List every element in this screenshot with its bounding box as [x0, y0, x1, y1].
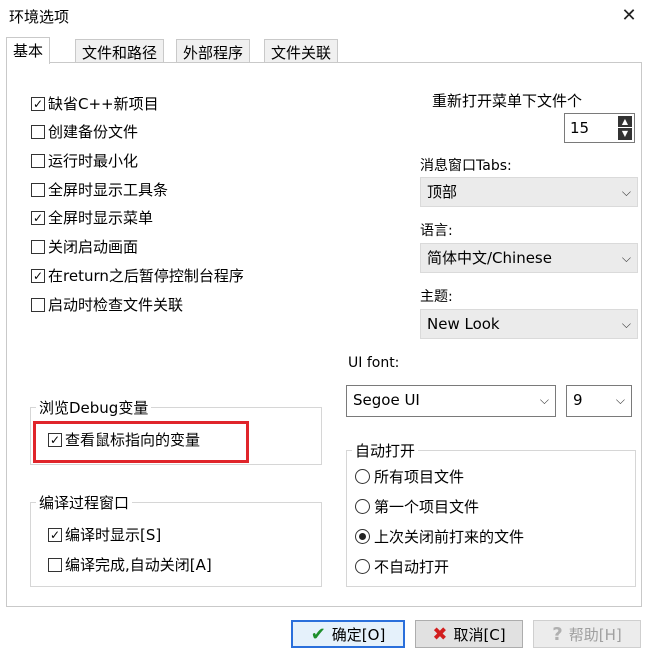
- window-title: 环境选项: [9, 8, 70, 26]
- tab-file-associations[interactable]: 文件关联: [264, 39, 339, 63]
- option-fullscreen-menu[interactable]: ✓ 全屏时显示菜单: [31, 207, 153, 228]
- help-button-label: 帮助[H]: [568, 625, 622, 644]
- option-check-associations[interactable]: 启动时检查文件关联: [31, 294, 183, 315]
- checkbox[interactable]: ✓: [31, 268, 45, 283]
- option-label: 全屏时显示工具条: [48, 181, 169, 199]
- language-value: 简体中文/Chinese: [427, 249, 552, 267]
- chevron-down-icon: ⌵: [539, 393, 549, 407]
- checkbox[interactable]: [48, 557, 62, 572]
- spin-down-icon[interactable]: ▼: [618, 128, 632, 140]
- option-label: 编译完成,自动关闭[A]: [65, 556, 212, 574]
- msg-tabs-value: 顶部: [427, 183, 458, 201]
- help-question-icon: ?: [552, 623, 563, 645]
- radio-label: 上次关闭前打来的文件: [374, 528, 525, 546]
- chevron-down-icon: ⌵: [621, 251, 631, 265]
- cancel-button-label: 取消[C]: [453, 625, 506, 644]
- radio-button[interactable]: [355, 469, 370, 484]
- option-label: 编译时显示[S]: [65, 526, 162, 544]
- cancel-button[interactable]: ✖ 取消[C]: [415, 620, 523, 648]
- checkbox[interactable]: ✓: [31, 96, 45, 111]
- checkbox[interactable]: [31, 239, 45, 254]
- radio-last-opened-files[interactable]: 上次关闭前打来的文件: [355, 526, 524, 547]
- radio-label: 不自动打开: [374, 558, 450, 576]
- ui-font-label: UI font:: [348, 355, 400, 371]
- help-button: ? 帮助[H]: [533, 620, 641, 648]
- checkmark-icon: ✔: [310, 623, 326, 645]
- tab-external-programs[interactable]: 外部程序: [176, 39, 251, 63]
- chevron-down-icon: ⌵: [621, 185, 631, 199]
- checkbox[interactable]: ✓: [48, 527, 62, 542]
- reopen-count-stepper[interactable]: 15 ▲ ▼: [564, 113, 635, 143]
- option-label: 全屏时显示菜单: [48, 209, 154, 227]
- option-auto-close[interactable]: 编译完成,自动关闭[A]: [48, 554, 212, 575]
- radio-label: 第一个项目文件: [374, 498, 480, 516]
- option-label: 在return之后暂停控制台程序: [48, 267, 244, 285]
- option-create-backup[interactable]: 创建备份文件: [31, 121, 138, 142]
- close-button[interactable]: ✕: [611, 0, 647, 32]
- radio-label: 所有项目文件: [374, 468, 465, 486]
- msg-tabs-select[interactable]: 顶部 ⌵: [420, 177, 638, 207]
- option-minimize-on-run[interactable]: 运行时最小化: [31, 150, 138, 171]
- radio-button[interactable]: [355, 559, 370, 574]
- highlight-box: [33, 421, 249, 463]
- ok-button-label: 确定[O]: [331, 625, 386, 644]
- option-label: 缺省C++新项目: [48, 95, 159, 113]
- theme-value: New Look: [427, 315, 500, 333]
- chevron-down-icon: ⌵: [621, 317, 631, 331]
- msg-tabs-label: 消息窗口Tabs:: [420, 158, 512, 174]
- checkbox[interactable]: [31, 182, 45, 197]
- option-fullscreen-toolbar[interactable]: 全屏时显示工具条: [31, 179, 168, 200]
- option-label: 创建备份文件: [48, 123, 139, 141]
- checkbox[interactable]: ✓: [31, 210, 45, 225]
- ui-font-size-select[interactable]: 9 ⌵: [566, 385, 632, 417]
- cancel-x-icon: ✖: [432, 623, 448, 645]
- tab-basic[interactable]: 基本: [6, 37, 51, 64]
- ok-button[interactable]: ✔ 确定[O]: [291, 620, 405, 648]
- option-label: 启动时检查文件关联: [48, 296, 184, 314]
- radio-no-auto-open[interactable]: 不自动打开: [355, 556, 449, 577]
- reopen-count-label: 重新打开菜单下文件个: [432, 92, 583, 110]
- ui-font-size-value: 9: [573, 391, 583, 409]
- radio-button[interactable]: [355, 499, 370, 514]
- checkbox[interactable]: [31, 124, 45, 139]
- option-pause-console[interactable]: ✓ 在return之后暂停控制台程序: [31, 265, 244, 286]
- radio-button[interactable]: [355, 529, 370, 544]
- spin-up-icon[interactable]: ▲: [618, 116, 632, 128]
- option-label: 运行时最小化: [48, 152, 139, 170]
- option-disable-splash[interactable]: 关闭启动画面: [31, 236, 138, 257]
- option-label: 关闭启动画面: [48, 238, 139, 256]
- checkbox[interactable]: [31, 297, 45, 312]
- debug-vars-group-title: 浏览Debug变量: [36, 397, 152, 418]
- ui-font-value: Segoe UI: [353, 391, 420, 409]
- reopen-count-value: 15: [570, 119, 590, 137]
- auto-open-group-title: 自动打开: [352, 440, 419, 461]
- option-default-cpp-project[interactable]: ✓ 缺省C++新项目: [31, 93, 159, 114]
- ui-font-select[interactable]: Segoe UI ⌵: [346, 385, 556, 417]
- compile-window-group-title: 编译过程窗口: [36, 492, 133, 513]
- theme-select[interactable]: New Look ⌵: [420, 309, 638, 339]
- title-bar: 环境选项 ✕: [0, 0, 647, 32]
- language-label: 语言:: [420, 223, 453, 239]
- tab-files-paths[interactable]: 文件和路径: [75, 39, 165, 63]
- radio-first-project-file[interactable]: 第一个项目文件: [355, 496, 479, 517]
- checkbox[interactable]: [31, 153, 45, 168]
- radio-all-project-files[interactable]: 所有项目文件: [355, 466, 464, 487]
- option-show-on-compile[interactable]: ✓ 编译时显示[S]: [48, 524, 161, 545]
- chevron-down-icon: ⌵: [615, 393, 625, 407]
- language-select[interactable]: 简体中文/Chinese ⌵: [420, 243, 638, 273]
- theme-label: 主题:: [420, 289, 453, 305]
